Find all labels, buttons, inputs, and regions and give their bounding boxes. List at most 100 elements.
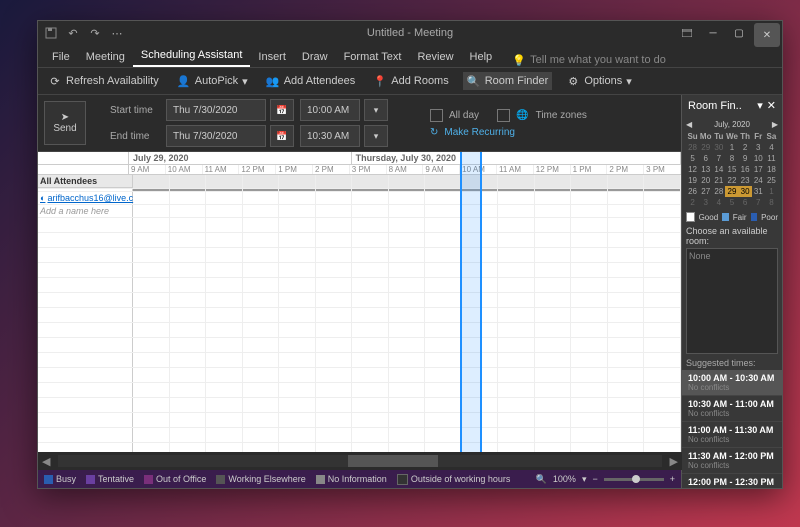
suggested-slot[interactable]: 10:00 AM - 10:30 AMNo conflicts xyxy=(682,370,782,396)
start-time-input[interactable]: 10:00 AM xyxy=(300,99,360,121)
time-zones-checkbox[interactable] xyxy=(497,109,510,122)
calendar-day[interactable]: 6 xyxy=(699,153,712,164)
options-button[interactable]: ⚙Options▾ xyxy=(562,72,635,90)
minimize-icon[interactable]: ─ xyxy=(700,21,726,45)
calendar-day[interactable]: 12 xyxy=(686,164,699,175)
schedule-body[interactable] xyxy=(38,218,681,470)
calendar-day[interactable]: 18 xyxy=(765,164,778,175)
tell-me[interactable]: 💡 Tell me what you want to do xyxy=(512,53,666,67)
calendar-day[interactable]: 4 xyxy=(765,142,778,153)
attendee-link[interactable]: ◐arifbacchus16@live.c xyxy=(38,192,133,204)
zoom-slider[interactable] xyxy=(604,478,664,481)
suggested-slot[interactable]: 11:00 AM - 11:30 AMNo conflicts xyxy=(682,422,782,448)
tab-draw[interactable]: Draw xyxy=(294,47,336,67)
qat-icon[interactable]: ⋯ xyxy=(110,26,124,40)
suggested-slot[interactable]: 12:00 PM - 12:30 PMNo conflicts xyxy=(682,474,782,488)
maximize-icon[interactable]: ▢ xyxy=(726,21,752,45)
calendar-day[interactable]: 3 xyxy=(752,142,765,153)
body: ➤ Send Start time Thu 7/30/2020 📅 10:00 … xyxy=(38,95,782,488)
tab-format-text[interactable]: Format Text xyxy=(336,47,410,67)
pane-close-icon[interactable]: ✕ xyxy=(767,99,776,112)
room-finder-button[interactable]: 🔍Room Finder xyxy=(463,72,553,90)
suggested-slot[interactable]: 11:30 AM - 12:00 PMNo conflicts xyxy=(682,448,782,474)
calendar-day[interactable]: 1 xyxy=(765,186,778,197)
calendar-day[interactable]: 7 xyxy=(752,197,765,208)
calendar-day[interactable]: 30 xyxy=(712,142,725,153)
calendar-day[interactable]: 28 xyxy=(686,142,699,153)
next-month-icon[interactable]: ▶ xyxy=(772,120,778,129)
calendar-day[interactable]: 13 xyxy=(699,164,712,175)
calendar-day[interactable]: 27 xyxy=(699,186,712,197)
zoom-control[interactable]: 🔍 100%▾ − + xyxy=(536,474,675,485)
search-status-icon[interactable]: 🔍 xyxy=(536,474,547,485)
calendar-day[interactable]: 2 xyxy=(686,197,699,208)
start-date-picker-icon[interactable]: 📅 xyxy=(270,99,294,121)
calendar-day[interactable]: 15 xyxy=(725,164,738,175)
calendar-day[interactable]: 3 xyxy=(699,197,712,208)
tab-help[interactable]: Help xyxy=(462,47,501,67)
calendar-day[interactable]: 29 xyxy=(725,186,738,197)
tab-meeting[interactable]: Meeting xyxy=(78,47,133,67)
scroll-thumb[interactable] xyxy=(348,455,438,467)
send-button[interactable]: ➤ Send xyxy=(44,101,86,145)
all-day-checkbox[interactable] xyxy=(430,109,443,122)
add-attendees-button[interactable]: 👥Add Attendees xyxy=(262,72,360,90)
add-person-icon: 👥 xyxy=(266,74,280,88)
calendar-day[interactable]: 22 xyxy=(725,175,738,186)
calendar-day[interactable]: 11 xyxy=(765,153,778,164)
start-time-dropdown-icon[interactable]: ▾ xyxy=(364,99,388,121)
make-recurring-link[interactable]: ↻Make Recurring xyxy=(430,127,587,138)
close-icon[interactable]: ✕ xyxy=(754,23,780,47)
calendar-day[interactable]: 28 xyxy=(712,186,725,197)
calendar-day[interactable]: 6 xyxy=(739,197,752,208)
calendar-day[interactable]: 8 xyxy=(765,197,778,208)
calendar-day[interactable]: 2 xyxy=(739,142,752,153)
room-list[interactable]: None xyxy=(686,248,778,354)
prev-month-icon[interactable]: ◀ xyxy=(686,120,692,129)
calendar-day[interactable]: 8 xyxy=(725,153,738,164)
calendar-day[interactable]: 9 xyxy=(739,153,752,164)
ribbon-display-icon[interactable] xyxy=(674,21,700,45)
calendar-day[interactable]: 10 xyxy=(752,153,765,164)
end-date-picker-icon[interactable]: 📅 xyxy=(270,125,294,147)
save-icon[interactable] xyxy=(44,26,58,40)
calendar-day[interactable]: 26 xyxy=(686,186,699,197)
pane-menu-icon[interactable]: ▾ xyxy=(757,99,763,112)
zoom-out-icon[interactable]: − xyxy=(592,474,597,484)
calendar-day[interactable]: 17 xyxy=(752,164,765,175)
horizontal-scrollbar[interactable]: ◀ ▶ xyxy=(38,452,681,470)
tab-insert[interactable]: Insert xyxy=(250,47,294,67)
end-time-input[interactable]: 10:30 AM xyxy=(300,125,360,147)
calendar-day[interactable]: 25 xyxy=(765,175,778,186)
calendar-day[interactable]: 4 xyxy=(712,197,725,208)
calendar-day[interactable]: 23 xyxy=(739,175,752,186)
end-date-input[interactable]: Thu 7/30/2020 xyxy=(166,125,266,147)
calendar-day[interactable]: 20 xyxy=(699,175,712,186)
calendar-day[interactable]: 14 xyxy=(712,164,725,175)
calendar-day[interactable]: 30 xyxy=(739,186,752,197)
autopick-button[interactable]: 👤AutoPick▾ xyxy=(173,72,252,90)
calendar-day[interactable]: 19 xyxy=(686,175,699,186)
scroll-right-icon: ▶ xyxy=(666,455,681,468)
calendar-day[interactable]: 7 xyxy=(712,153,725,164)
add-rooms-button[interactable]: 📍Add Rooms xyxy=(369,72,452,90)
calendar-day[interactable]: 24 xyxy=(752,175,765,186)
refresh-availability-button[interactable]: ⟳Refresh Availability xyxy=(44,72,163,90)
undo-icon[interactable]: ↶ xyxy=(66,26,80,40)
add-name-input[interactable]: Add a name here xyxy=(38,205,133,217)
calendar-day[interactable]: 5 xyxy=(725,197,738,208)
start-date-input[interactable]: Thu 7/30/2020 xyxy=(166,99,266,121)
calendar-day[interactable]: 16 xyxy=(739,164,752,175)
tab-review[interactable]: Review xyxy=(409,47,461,67)
suggested-slot[interactable]: 10:30 AM - 11:00 AMNo conflicts xyxy=(682,396,782,422)
redo-icon[interactable]: ↷ xyxy=(88,26,102,40)
zoom-in-icon[interactable]: + xyxy=(670,474,675,484)
calendar-day[interactable]: 1 xyxy=(725,142,738,153)
tab-file[interactable]: File xyxy=(44,47,78,67)
tab-scheduling-assistant[interactable]: Scheduling Assistant xyxy=(133,45,251,67)
end-time-dropdown-icon[interactable]: ▾ xyxy=(364,125,388,147)
calendar-day[interactable]: 31 xyxy=(752,186,765,197)
calendar-day[interactable]: 5 xyxy=(686,153,699,164)
calendar-day[interactable]: 21 xyxy=(712,175,725,186)
calendar-day[interactable]: 29 xyxy=(699,142,712,153)
